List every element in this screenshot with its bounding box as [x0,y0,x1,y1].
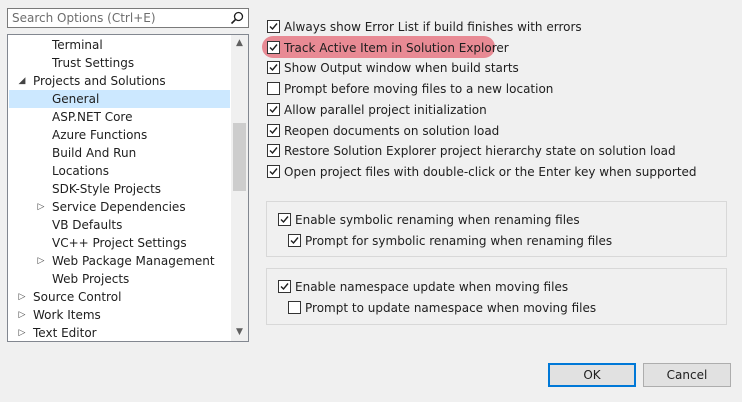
tree-item-label: Build And Run [52,146,137,160]
checkmark-icon [269,43,278,51]
checkmark-icon [290,237,299,245]
tree-item-label: Source Control [33,290,122,304]
checkbox-unchecked[interactable] [288,301,301,314]
tree-item-label: Work Items [33,308,101,322]
collapsed-arrow-icon[interactable]: ▷ [16,288,28,306]
checkbox-checked[interactable] [267,144,280,158]
scroll-down-icon[interactable]: ▼ [231,324,248,341]
checkbox-checked[interactable] [288,234,301,247]
option-label: Show Output window when build starts [284,61,519,76]
checkmark-icon [269,147,278,155]
tree-scrollbar[interactable]: ▲ ▼ [231,35,248,341]
tree-item[interactable]: ▷ Source Control [9,288,230,306]
option-label: Prompt to update namespace when moving f… [305,301,597,315]
option-label: Reopen documents on solution load [284,123,500,138]
collapsed-arrow-icon[interactable]: ▷ [35,198,47,216]
tree-item-label: Azure Functions [52,128,148,142]
option-label: Enable symbolic renaming when renaming f… [295,213,580,227]
checkmark-icon [269,23,278,31]
collapsed-arrow-icon[interactable]: ▷ [16,324,28,341]
tree-item[interactable]: Build And Run [9,144,230,162]
tree-item-label: VC++ Project Settings [52,236,187,250]
option-label: Allow parallel project initialization [284,102,487,117]
option-label: Enable namespace update when moving file… [295,280,569,294]
search-icon[interactable] [230,11,244,25]
tree-item[interactable]: ASP.NET Core [9,108,230,126]
checkmark-icon [280,216,289,224]
tree-item-label: Terminal [52,38,103,52]
checkbox-checked[interactable] [278,280,291,293]
search-input[interactable] [12,10,222,26]
tree-item[interactable]: Azure Functions [9,126,230,144]
checkmark-icon [280,283,289,291]
option-label: Open project files with double-click or … [284,164,697,179]
tree-item-label: Text Editor [33,326,97,340]
checkbox-checked[interactable] [267,61,280,75]
tree-item-label: SDK-Style Projects [52,182,162,196]
tree-item-label: Projects and Solutions [33,74,166,88]
scroll-up-icon[interactable]: ▲ [231,35,248,52]
tree-item-label: Locations [52,164,110,178]
cancel-button[interactable]: Cancel [643,363,731,387]
tree-item-label: Trust Settings [52,56,135,70]
tree-item[interactable]: Trust Settings [9,54,230,72]
tree-item-label: Service Dependencies [52,200,186,214]
checkmark-icon [269,64,278,72]
tree-item-label: ASP.NET Core [52,110,133,124]
tree-item[interactable]: General [9,90,230,108]
checkmark-icon [269,167,278,175]
tree-item[interactable]: ▷ Text Editor [9,324,230,341]
option-label: Prompt before moving files to a new loca… [284,82,554,97]
tree-item[interactable]: SDK-Style Projects [9,180,230,198]
checkbox-checked[interactable] [267,40,280,54]
tree-item[interactable]: ▷ Work Items [9,306,230,324]
option-label: Restore Solution Explorer project hierar… [284,144,676,159]
expanded-arrow-icon[interactable]: ◢ [16,72,28,90]
tree-item[interactable]: Web Projects [9,270,230,288]
option-label: Track Active Item in Solution Explorer [284,40,509,55]
checkmark-icon [269,126,278,134]
option-label: Prompt for symbolic renaming when renami… [305,234,613,248]
tree-item[interactable]: ▷ Web Package Management [9,252,230,270]
tree-item[interactable]: VC++ Project Settings [9,234,230,252]
checkbox-checked[interactable] [267,102,280,116]
checkbox-checked[interactable] [278,213,291,226]
ok-button[interactable]: OK [548,363,636,387]
tree-item[interactable]: ▷ Service Dependencies [9,198,230,216]
tree-item[interactable]: Locations [9,162,230,180]
checkbox-unchecked[interactable] [267,82,280,96]
checkbox-checked[interactable] [267,20,280,33]
scroll-thumb[interactable] [233,123,246,191]
tree-item-label: General [52,92,100,106]
option-label: Always show Error List if build finishes… [284,20,582,34]
search-box[interactable] [7,8,249,28]
options-tree[interactable]: Terminal Trust Settings ◢ Projects and Solu… [7,34,249,342]
tree-item[interactable]: VB Defaults [9,216,230,234]
tree-item-label: Web Package Management [52,254,215,268]
checkbox-checked[interactable] [267,164,280,178]
checkbox-checked[interactable] [267,123,280,137]
collapsed-arrow-icon[interactable]: ▷ [16,306,28,324]
collapsed-arrow-icon[interactable]: ▷ [35,252,47,270]
tree-item-label: VB Defaults [52,218,123,232]
checkmark-icon [269,105,278,113]
tree-item[interactable]: ◢ Projects and Solutions [9,72,230,90]
tree-item[interactable]: Terminal [9,36,230,54]
tree-item-label: Web Projects [52,272,130,286]
